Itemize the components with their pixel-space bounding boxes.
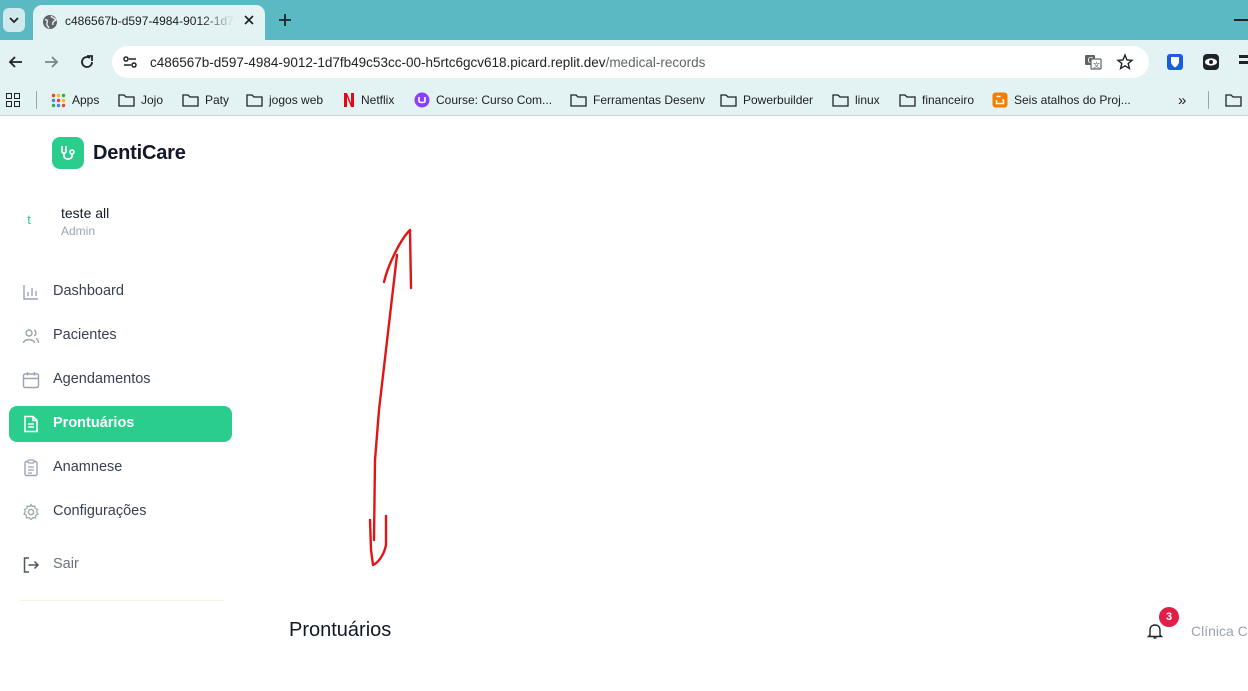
page-title: Prontuários: [289, 619, 392, 641]
sidebar-divider: [20, 600, 225, 601]
bookmark-label: Ferramentas Desenv: [593, 93, 706, 107]
avatar[interactable]: t: [20, 209, 38, 231]
folder-icon: [182, 94, 199, 107]
chevron-down-icon: [9, 16, 19, 23]
logout-button[interactable]: Sair: [9, 547, 232, 583]
clinic-selector[interactable]: Clínica C: [1191, 623, 1248, 639]
eye-extension-icon[interactable]: [1202, 53, 1220, 71]
bookmark-folder-jogos-web[interactable]: jogos web: [246, 91, 323, 109]
course-icon: [414, 92, 430, 108]
netflix-icon: [344, 93, 354, 107]
folder-icon: [720, 94, 737, 107]
sidebar-item-label: Anamnese: [53, 459, 123, 475]
folder-icon: [899, 94, 916, 107]
bookmark-blogger[interactable]: Seis atalhos do Proj...: [992, 91, 1131, 109]
reload-icon[interactable]: [77, 52, 97, 72]
bookmark-apps[interactable]: Apps: [51, 91, 99, 109]
translate-icon[interactable]: G 文: [1084, 53, 1102, 71]
bookmark-label: Apps: [72, 93, 100, 107]
bookmark-label: Paty: [205, 93, 230, 107]
sidebar-item-configuracoes[interactable]: Configurações: [9, 494, 232, 530]
gear-icon: [23, 503, 39, 521]
browser-tab[interactable]: c486567b-d597-4984-9012-1d7fb49c53cc-00-…: [33, 5, 265, 40]
brand-logo[interactable]: [52, 137, 84, 169]
bookmark-folder-powerbuilder[interactable]: Powerbuilder: [720, 91, 813, 109]
bookmark-netflix[interactable]: Netflix: [343, 91, 394, 109]
bar-chart-icon: [23, 285, 38, 300]
bitwarden-icon[interactable]: [1166, 53, 1184, 71]
bookmark-label: jogos web: [269, 93, 324, 107]
sidebar-item-pacientes[interactable]: Pacientes: [9, 318, 232, 354]
url-text[interactable]: c486567b-d597-4984-9012-1d7fb49c53cc-00-…: [150, 55, 705, 70]
close-icon[interactable]: [241, 12, 257, 28]
bookmark-label: Powerbuilder: [743, 93, 814, 107]
bookmarks-overflow-button[interactable]: »: [1178, 91, 1186, 109]
bookmark-folder-jojo[interactable]: Jojo: [118, 91, 163, 109]
notification-badge: 3: [1159, 607, 1179, 627]
bookmarks-separator: [36, 91, 37, 109]
file-text-icon: [24, 415, 38, 433]
forward-icon[interactable]: [41, 52, 61, 72]
sidebar-item-label: Dashboard: [53, 283, 124, 299]
sidebar-item-label: Agendamentos: [53, 371, 151, 387]
blogger-icon: [992, 92, 1008, 108]
extensions-menu-icon[interactable]: [1238, 53, 1248, 71]
tab-search-button[interactable]: [3, 8, 25, 32]
folder-icon: [570, 94, 587, 107]
window-minimize-icon[interactable]: [1234, 19, 1248, 21]
apps-grid-icon: [51, 93, 66, 107]
side-panel-grid-icon[interactable]: [6, 91, 20, 109]
bookmark-folder-ferramentas[interactable]: Ferramentas Desenv: [570, 91, 705, 109]
new-tab-icon[interactable]: [276, 11, 294, 29]
logout-icon: [23, 557, 40, 573]
bookmark-folder-paty[interactable]: Paty: [182, 91, 229, 109]
bookmark-star-icon[interactable]: [1116, 53, 1134, 71]
bookmark-label: linux: [855, 93, 880, 107]
other-bookmarks-folder-icon[interactable]: [1225, 91, 1242, 109]
user-name: teste all: [61, 205, 110, 221]
stethoscope-icon: [61, 146, 75, 160]
sidebar-item-prontuarios[interactable]: Prontuários: [9, 406, 232, 442]
app-viewport: [0, 117, 1248, 691]
bookmarks-separator: [1208, 91, 1209, 109]
back-icon[interactable]: [6, 52, 26, 72]
bookmark-folder-financeiro[interactable]: financeiro: [899, 91, 974, 109]
url-host: c486567b-d597-4984-9012-1d7fb49c53cc-00-…: [150, 55, 606, 70]
bookmark-label: Seis atalhos do Proj...: [1014, 93, 1131, 107]
folder-icon: [246, 94, 263, 107]
site-settings-icon[interactable]: [121, 53, 139, 71]
logout-label: Sair: [53, 556, 79, 572]
url-path: /medical-records: [605, 55, 706, 70]
sidebar-item-label: Pacientes: [53, 327, 117, 343]
bell-icon[interactable]: [1146, 622, 1164, 640]
users-icon: [22, 329, 40, 344]
bookmark-label: financeiro: [922, 93, 975, 107]
brand-name: DentiCare: [93, 142, 186, 164]
bookmark-folder-linux[interactable]: linux: [832, 91, 880, 109]
bookmark-label: Netflix: [361, 93, 395, 107]
sidebar-item-agendamentos[interactable]: Agendamentos: [9, 362, 232, 398]
bookmark-label: Course: Curso Com...: [436, 93, 553, 107]
svg-text:文: 文: [1093, 61, 1100, 70]
sidebar-item-label: Prontuários: [53, 415, 135, 431]
user-role: Admin: [61, 224, 96, 238]
clipboard-icon: [24, 459, 38, 477]
tab-title: c486567b-d597-4984-9012-1d7fb49c53cc-00-…: [65, 14, 235, 28]
sidebar-item-label: Configurações: [53, 503, 147, 519]
bookmark-label: Jojo: [141, 93, 164, 107]
folder-icon: [832, 94, 849, 107]
bookmark-course[interactable]: Course: Curso Com...: [414, 91, 552, 109]
sidebar-item-anamnese[interactable]: Anamnese: [9, 450, 232, 486]
folder-icon: [118, 94, 135, 107]
sidebar-item-dashboard[interactable]: Dashboard: [9, 274, 232, 310]
globe-icon: [43, 15, 57, 29]
calendar-icon: [22, 372, 40, 389]
